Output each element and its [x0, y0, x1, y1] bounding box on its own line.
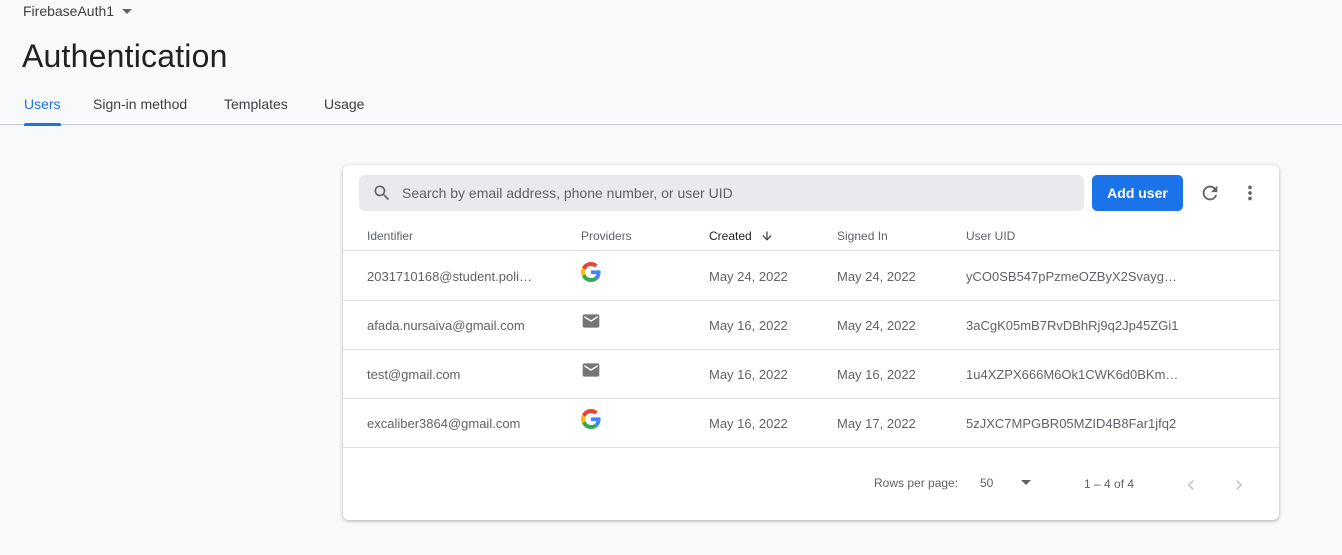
cell-identifier: test@gmail.com — [367, 367, 461, 382]
cell-identifier: excaliber3864@gmail.com — [367, 416, 521, 431]
tab-templates[interactable]: Templates — [224, 86, 288, 125]
project-name: FirebaseAuth1 — [23, 3, 115, 19]
cell-created: May 16, 2022 — [709, 367, 788, 382]
more-vert-icon[interactable] — [1238, 181, 1262, 205]
refresh-icon[interactable] — [1198, 181, 1222, 205]
tab-bar: Users Sign-in method Templates Usage — [0, 86, 1342, 126]
cell-signed-in: May 24, 2022 — [837, 318, 916, 333]
column-user-uid: User UID — [966, 229, 1016, 243]
cell-signed-in: May 16, 2022 — [837, 367, 916, 382]
cell-user-uid: 5zJXC7MPGBR05MZID4B8Far1jfq2 — [966, 416, 1177, 431]
rows-per-page-label: Rows per page: — [874, 476, 959, 490]
search-box[interactable] — [359, 175, 1084, 211]
chevron-left-icon[interactable] — [1179, 473, 1203, 497]
cell-user-uid: 1u4XZPX666M6Ok1CWK6d0BKm… — [966, 367, 1179, 382]
chevron-down-icon — [122, 8, 133, 14]
cell-signed-in: May 17, 2022 — [837, 416, 916, 431]
google-icon — [581, 262, 601, 285]
table-row[interactable]: excaliber3864@gmail.com May 16, 2022 May… — [343, 399, 1279, 448]
google-icon — [581, 409, 601, 432]
column-signed-in: Signed In — [837, 229, 888, 243]
pagination-range: 1 – 4 of 4 — [1084, 477, 1135, 491]
table-row[interactable]: test@gmail.com May 16, 2022 May 16, 2022… — [343, 350, 1279, 399]
cell-user-uid: 3aCgK05mB7RvDBhRj9q2Jp45ZGi1 — [966, 318, 1179, 333]
arrow-down-icon — [760, 229, 774, 243]
users-card: Add user Identifier Providers Created Si… — [343, 165, 1279, 520]
cell-created: May 24, 2022 — [709, 269, 788, 284]
table-row[interactable]: 2031710168@student.poli… May 24, 2022 Ma… — [343, 252, 1279, 301]
column-created[interactable]: Created — [709, 229, 774, 243]
add-user-button[interactable]: Add user — [1092, 175, 1183, 211]
pagination-bar: Rows per page: 50 1 – 4 of 4 — [343, 465, 1279, 505]
email-icon — [581, 360, 601, 383]
tab-sign-in-method[interactable]: Sign-in method — [93, 86, 187, 125]
chevron-right-icon[interactable] — [1227, 473, 1251, 497]
cell-created: May 16, 2022 — [709, 416, 788, 431]
column-identifier: Identifier — [367, 229, 414, 243]
tab-usage[interactable]: Usage — [324, 86, 364, 125]
column-created-label: Created — [709, 229, 752, 243]
tab-users[interactable]: Users — [24, 86, 61, 126]
cell-identifier: 2031710168@student.poli… — [367, 269, 532, 284]
cell-identifier: afada.nursaiva@gmail.com — [367, 318, 525, 333]
users-toolbar: Add user — [343, 165, 1279, 225]
search-input[interactable] — [402, 185, 1052, 201]
cell-signed-in: May 24, 2022 — [837, 269, 916, 284]
project-switcher[interactable]: FirebaseAuth1 — [23, 3, 133, 19]
cell-created: May 16, 2022 — [709, 318, 788, 333]
table-header: Identifier Providers Created Signed In U… — [343, 223, 1279, 251]
chevron-down-icon[interactable] — [1021, 480, 1031, 485]
rows-per-page-select[interactable]: 50 — [980, 476, 993, 490]
page-title: Authentication — [22, 38, 228, 74]
search-icon — [372, 183, 392, 203]
email-icon — [581, 311, 601, 334]
column-providers: Providers — [581, 229, 632, 243]
cell-user-uid: yCO0SB547pPzmeOZByX2Svaygy… — [966, 269, 1181, 284]
table-row[interactable]: afada.nursaiva@gmail.com May 16, 2022 Ma… — [343, 301, 1279, 350]
